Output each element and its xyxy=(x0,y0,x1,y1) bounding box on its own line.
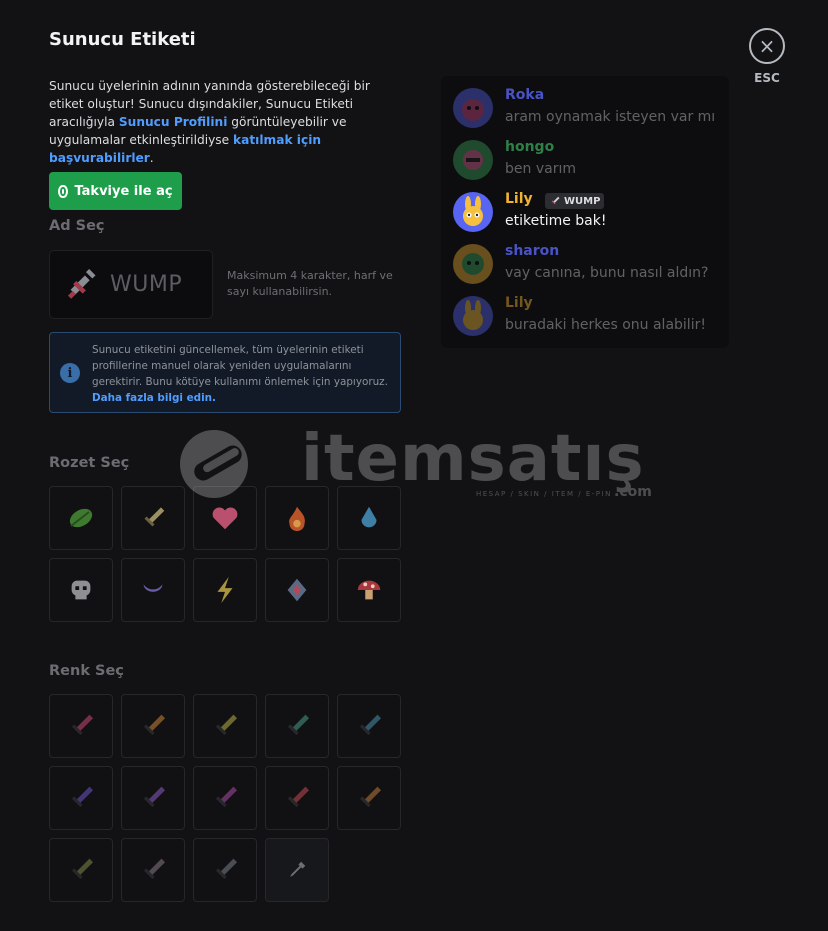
custom-color-picker-button[interactable] xyxy=(265,838,329,902)
info-text: Sunucu etiketini güncellemek, tüm üyeler… xyxy=(92,342,390,406)
chat-text: aram oynamak isteyen var mı xyxy=(505,109,716,125)
color-option-4[interactable] xyxy=(265,694,329,758)
crystal-icon xyxy=(287,578,307,602)
color-option-6[interactable] xyxy=(49,766,113,830)
chat-author: hongo xyxy=(505,139,555,155)
learn-more-link[interactable]: Daha fazla bilgi edin. xyxy=(92,392,216,404)
watermark-logo-icon xyxy=(180,430,248,498)
sword-icon xyxy=(143,714,166,736)
sword-icon xyxy=(71,858,94,880)
sword-icon xyxy=(143,858,166,880)
close-icon: × xyxy=(758,34,776,58)
watermark-domain: .com xyxy=(614,484,652,500)
color-grid xyxy=(49,694,401,902)
flame-icon xyxy=(289,506,305,532)
color-option-1[interactable] xyxy=(49,694,113,758)
badge-section-label: Rozet Seç xyxy=(49,455,130,471)
color-option-7[interactable] xyxy=(121,766,185,830)
sword-icon xyxy=(71,786,94,808)
chat-author: Lily xyxy=(505,191,533,207)
moon-icon xyxy=(143,584,163,592)
info-icon: i xyxy=(60,363,80,383)
color-option-10[interactable] xyxy=(337,766,401,830)
avatar xyxy=(453,296,493,336)
color-section-label: Renk Seç xyxy=(49,663,124,679)
server-profile-link[interactable]: Sunucu Profilini xyxy=(119,115,228,129)
badge-option-skull[interactable] xyxy=(49,558,113,622)
color-option-13[interactable] xyxy=(193,838,257,902)
avatar xyxy=(453,140,493,180)
badge-option-leaf[interactable] xyxy=(49,486,113,550)
sword-icon xyxy=(67,268,96,299)
badge-option-lightning[interactable] xyxy=(193,558,257,622)
watermark: itemsatış HESAP / SKIN / ITEM / E-PIN .c… xyxy=(174,422,654,500)
sword-icon xyxy=(215,858,238,880)
sword-icon xyxy=(144,507,165,527)
sword-icon xyxy=(287,786,310,808)
color-option-3[interactable] xyxy=(193,694,257,758)
chat-message: Lily WUMP etiketime bak! xyxy=(453,191,723,236)
chat-text: etiketime bak! xyxy=(505,213,607,229)
server-tag-badge: WUMP xyxy=(545,193,605,209)
badge-option-crystal[interactable] xyxy=(265,558,329,622)
color-option-8[interactable] xyxy=(193,766,257,830)
unlock-with-boost-button[interactable]: Takviye ile aç xyxy=(49,172,182,210)
color-option-9[interactable] xyxy=(265,766,329,830)
chat-message: hongo ben varım xyxy=(453,139,723,184)
sword-icon xyxy=(287,714,310,736)
water-drop-icon xyxy=(361,506,377,528)
sword-icon xyxy=(551,196,560,205)
close-button[interactable]: × xyxy=(749,28,785,64)
chat-text: buradaki herkes onu alabilir! xyxy=(505,317,706,333)
watermark-subtext: HESAP / SKIN / ITEM / E-PIN xyxy=(476,490,612,498)
color-option-11[interactable] xyxy=(49,838,113,902)
watermark-text: itemsatış xyxy=(301,422,645,496)
avatar xyxy=(453,192,493,232)
chat-message: Lily buradaki herkes onu alabilir! xyxy=(453,295,723,340)
color-option-2[interactable] xyxy=(121,694,185,758)
color-option-12[interactable] xyxy=(121,838,185,902)
chat-author: sharon xyxy=(505,243,560,259)
sword-icon xyxy=(215,714,238,736)
esc-label: ESC xyxy=(754,71,780,85)
chat-preview: Roka aram oynamak isteyen var mı hongo b… xyxy=(441,76,729,348)
unlock-button-label: Takviye ile aç xyxy=(74,183,173,199)
badge-option-mushroom[interactable] xyxy=(337,558,401,622)
chat-author: Lily xyxy=(505,295,533,311)
sword-icon xyxy=(215,786,238,808)
sword-icon xyxy=(359,714,382,736)
avatar xyxy=(453,88,493,128)
modal-title: Sunucu Etiketi xyxy=(49,29,196,50)
boost-gem-icon xyxy=(58,184,69,198)
name-section-label: Ad Seç xyxy=(49,218,105,234)
sword-icon xyxy=(71,714,94,736)
chat-message: Roka aram oynamak isteyen var mı xyxy=(453,87,723,132)
color-option-5[interactable] xyxy=(337,694,401,758)
chat-text: ben varım xyxy=(505,161,576,177)
skull-icon xyxy=(71,580,91,600)
mushroom-icon xyxy=(357,580,381,600)
info-notice: i Sunucu etiketini güncellemek, tüm üyel… xyxy=(49,332,401,413)
chat-text: vay canına, bunu nasıl aldın? xyxy=(505,265,709,281)
server-tag-text: WUMP xyxy=(564,195,601,207)
sword-icon xyxy=(143,786,166,808)
tag-name-value: WUMP xyxy=(110,272,183,297)
sword-icon xyxy=(359,786,382,808)
chat-message: sharon vay canına, bunu nasıl aldın? xyxy=(453,243,723,288)
tag-name-input[interactable]: WUMP xyxy=(49,250,213,319)
leaf-icon xyxy=(69,508,93,528)
name-hint: Maksimum 4 karakter, harf ve sayı kullan… xyxy=(227,269,393,298)
description-text-3: . xyxy=(149,151,154,165)
heart-icon xyxy=(212,507,238,530)
modal-description: Sunucu üyelerinin adının yanında göstere… xyxy=(49,77,379,167)
chat-author: Roka xyxy=(505,87,545,103)
info-message: Sunucu etiketini güncellemek, tüm üyeler… xyxy=(92,344,388,388)
badge-option-moon[interactable] xyxy=(121,558,185,622)
avatar xyxy=(453,244,493,284)
badge-grid xyxy=(49,486,401,622)
eyedropper-icon xyxy=(290,861,306,877)
lightning-icon xyxy=(217,576,233,604)
